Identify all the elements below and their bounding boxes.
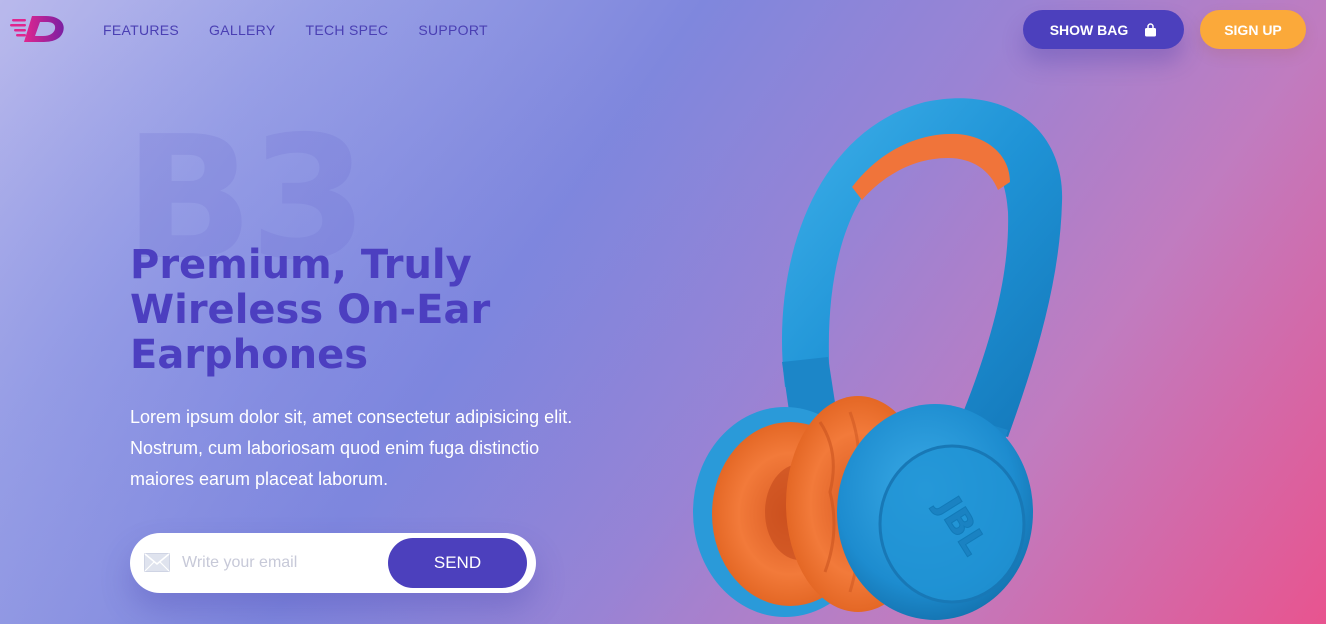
description-line: Lorem ipsum dolor sit, amet consectetur … <box>130 407 573 427</box>
hero-description: Lorem ipsum dolor sit, amet consectetur … <box>130 402 590 495</box>
headline-line: Wireless On-Ear <box>130 287 491 333</box>
main-nav: FEATURES GALLERY TECH SPEC SUPPORT <box>103 20 488 40</box>
d-speed-logo-icon[interactable] <box>10 14 66 44</box>
nav-tech-spec[interactable]: TECH SPEC <box>305 20 388 40</box>
send-button[interactable]: SEND <box>388 538 527 588</box>
show-bag-label: SHOW BAG <box>1049 21 1129 38</box>
nav-features[interactable]: FEATURES <box>103 20 179 40</box>
hero-headline: Premium, Truly Wireless On-Ear Earphones <box>130 243 550 378</box>
show-bag-button[interactable]: SHOW BAG <box>1023 10 1184 49</box>
sign-up-button[interactable]: SIGN UP <box>1200 10 1306 49</box>
email-subscribe-form: SEND <box>130 533 536 593</box>
description-line: Nostrum, cum laboriosam quod enim fuga d… <box>130 438 540 458</box>
envelope-icon <box>144 553 170 572</box>
headline-line: Earphones <box>130 332 369 378</box>
headline-line: Premium, Truly <box>130 242 472 288</box>
description-line: maiores earum placeat laborum. <box>130 469 389 489</box>
shopping-bag-icon <box>1145 22 1157 36</box>
email-input[interactable] <box>182 550 382 576</box>
nav-support[interactable]: SUPPORT <box>418 20 488 40</box>
nav-gallery[interactable]: GALLERY <box>209 20 275 40</box>
headphones-image: JBL <box>693 98 1063 620</box>
